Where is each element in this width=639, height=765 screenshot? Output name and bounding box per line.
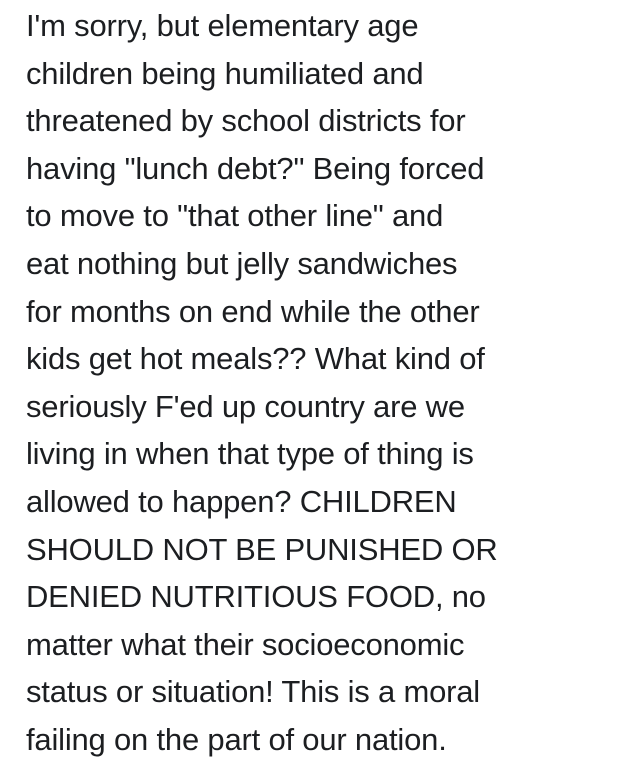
post-text-line: children being humiliated and xyxy=(26,55,424,91)
post-text-line: kids get hot meals?? What kind of xyxy=(26,341,485,377)
post-text: I'm sorry, but elementary age children b… xyxy=(26,0,631,764)
post-text-line: seriously F'ed up country are we xyxy=(26,388,465,424)
post-container: I'm sorry, but elementary age children b… xyxy=(26,0,631,765)
post-text-line: failing on the part of our nation. xyxy=(26,721,447,757)
post-text-line: status or situation! This is a moral xyxy=(26,674,480,710)
post-text-line: eat nothing but jelly sandwiches xyxy=(26,245,458,281)
post-text-line: DENIED NUTRITIOUS FOOD, no xyxy=(26,579,486,615)
post-text-line: living in when that type of thing is xyxy=(26,436,474,472)
post-text-line: having "lunch debt?" Being forced xyxy=(26,150,485,186)
post-text-line: to move to "that other line" and xyxy=(26,198,444,234)
post-text-line: for months on end while the other xyxy=(26,293,480,329)
post-text-line: matter what their socioeconomic xyxy=(26,626,465,662)
post-text-line: threatened by school districts for xyxy=(26,103,466,139)
post-text-line: allowed to happen? CHILDREN xyxy=(26,483,457,519)
post-text-line: SHOULD NOT BE PUNISHED OR xyxy=(26,531,498,567)
post-text-line: I'm sorry, but elementary age xyxy=(26,8,419,43)
